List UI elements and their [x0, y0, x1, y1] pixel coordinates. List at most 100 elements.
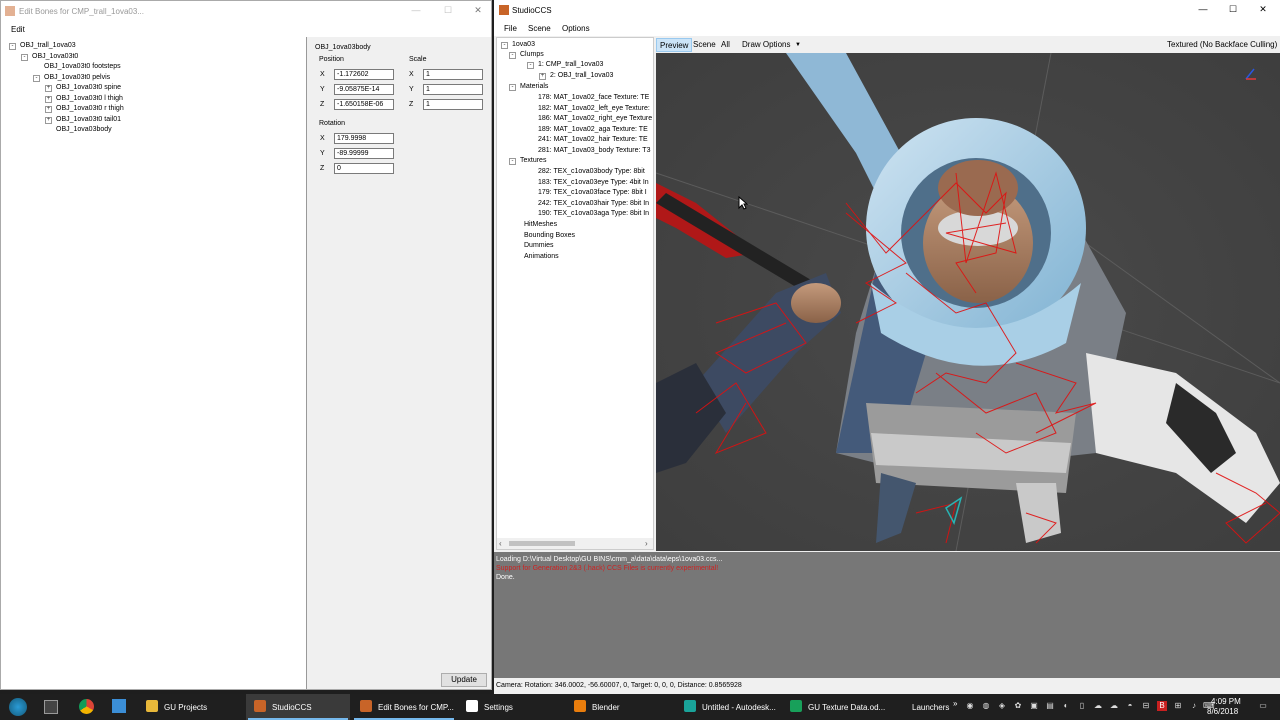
edit-bones-titlebar[interactable]: Edit Bones for CMP_trall_1ova03... — ☐ ✕ [1, 1, 491, 21]
collapse-icon[interactable]: - [509, 84, 516, 91]
cloud-icon[interactable]: ☁ [1109, 701, 1119, 711]
tree-category[interactable]: Dummies [524, 242, 554, 249]
bone-tree-item[interactable]: OBJ_1ova03t0 [32, 53, 78, 60]
texture-item[interactable]: 183: TEX_c1ova03eye Type: 4bit In [538, 179, 649, 186]
tray-icon[interactable]: B [1157, 701, 1167, 711]
tree-clump-child[interactable]: 2: OBJ_trall_1ova03 [550, 72, 613, 79]
tray-icon[interactable]: ☁ [1093, 701, 1103, 711]
collapse-icon[interactable]: - [527, 62, 534, 69]
expand-icon[interactable]: + [45, 95, 52, 103]
bone-tree[interactable]: - OBJ_trall_1ova03- OBJ_1ova03t0 OBJ_1ova03… [1, 37, 307, 689]
tray-icon[interactable]: ◉ [965, 701, 975, 711]
maximize-icon[interactable]: ☐ [443, 5, 453, 15]
tree-category[interactable]: HitMeshes [524, 221, 557, 228]
position-z-field[interactable]: -1.650158E-06 [334, 99, 394, 110]
expand-icon[interactable]: + [45, 106, 52, 113]
rotation-z-field[interactable]: 0 [334, 163, 394, 174]
volume-icon[interactable]: ♪ [1189, 701, 1199, 711]
taskbar-item[interactable]: Blender [566, 694, 670, 720]
menu-scene[interactable]: Scene [528, 24, 551, 33]
bone-tree-item[interactable]: OBJ_1ova03t0 footsteps [44, 63, 121, 70]
chrome-icon[interactable] [79, 699, 94, 714]
draw-options-dropdown[interactable]: Draw Options [742, 40, 790, 49]
scale-x-field[interactable]: 1 [423, 69, 483, 80]
bone-tree-item[interactable]: OBJ_1ova03t0 spine [56, 84, 121, 91]
minimize-icon[interactable]: — [1198, 4, 1208, 14]
collapse-icon[interactable]: - [509, 52, 516, 59]
preview-tab[interactable]: Preview [656, 38, 693, 52]
tray-icon[interactable]: ▣ [1029, 701, 1039, 711]
tree-root[interactable]: 1ova03 [512, 41, 535, 48]
bone-tree-item[interactable]: OBJ_1ova03t0 tail01 [56, 116, 121, 123]
tray-icon[interactable]: ◓ [1125, 701, 1135, 711]
expand-icon[interactable]: + [539, 73, 546, 80]
close-icon[interactable]: ✕ [1258, 4, 1268, 14]
task-view-icon[interactable] [44, 700, 58, 714]
store-icon[interactable] [112, 699, 126, 713]
bone-tree-item[interactable]: OBJ_1ova03t0 l thigh [56, 95, 123, 102]
bone-tree-item[interactable]: OBJ_1ova03body [56, 126, 112, 133]
taskbar-item[interactable]: GU Texture Data.od... [782, 694, 886, 720]
taskbar-item[interactable]: Edit Bones for CMP... [352, 694, 456, 720]
scale-y-field[interactable]: 1 [423, 84, 483, 95]
collapse-icon[interactable]: - [21, 53, 28, 61]
start-button[interactable] [0, 694, 36, 720]
position-y-field[interactable]: -9.05875E-14 [334, 84, 394, 95]
taskbar-item[interactable]: StudioCCS [246, 694, 350, 720]
tray-icon[interactable]: ✿ [1013, 701, 1023, 711]
maximize-icon[interactable]: ☐ [1228, 4, 1238, 14]
scroll-right-icon[interactable]: › [645, 539, 648, 548]
chevron-up-icon[interactable]: » [953, 699, 957, 708]
tray-icon[interactable]: ▯ [1077, 701, 1087, 711]
tree-category[interactable]: Bounding Boxes [524, 232, 575, 239]
collapse-icon[interactable]: - [9, 43, 16, 50]
tree-clump[interactable]: 1: CMP_trall_1ova03 [538, 61, 603, 68]
bone-tree-item[interactable]: OBJ_1ova03t0 r thigh [56, 105, 124, 112]
scene-tab[interactable]: Scene [693, 40, 716, 49]
tray-icon[interactable]: ◐ [1061, 701, 1071, 711]
all-tab[interactable]: All [721, 40, 730, 49]
menu-options[interactable]: Options [562, 24, 590, 33]
menu-edit[interactable]: Edit [11, 25, 25, 34]
taskbar-item[interactable]: Settings [458, 694, 562, 720]
collapse-icon[interactable]: - [33, 74, 40, 82]
material-item[interactable]: 189: MAT_1ova02_aga Texture: TE [538, 126, 648, 133]
scale-z-field[interactable]: 1 [423, 99, 483, 110]
minimize-icon[interactable]: — [411, 5, 421, 15]
tray-icon[interactable]: ⊟ [1141, 701, 1151, 711]
expand-icon[interactable]: + [45, 85, 52, 92]
material-item[interactable]: 186: MAT_1ova02_right_eye Texture [538, 115, 652, 122]
bone-tree-item[interactable]: OBJ_trall_1ova03 [20, 42, 76, 49]
notifications-icon[interactable]: ▭ [1257, 701, 1269, 711]
chevron-down-icon[interactable]: ▼ [795, 42, 801, 48]
position-x-field[interactable]: -1.172602 [334, 69, 394, 80]
texture-item[interactable]: 242: TEX_c1ova03hair Type: 8bit In [538, 200, 649, 207]
material-item[interactable]: 182: MAT_1ova02_left_eye Texture: [538, 105, 650, 112]
scroll-left-icon[interactable]: ‹ [499, 539, 502, 548]
network-icon[interactable]: ⊞ [1173, 701, 1183, 711]
launchers-toolbar[interactable]: Launchers [912, 703, 949, 712]
taskbar-item[interactable]: GU Projects [138, 694, 242, 720]
horizontal-scrollbar[interactable]: ‹ › [497, 538, 653, 549]
texture-item[interactable]: 282: TEX_c1ova03body Type: 8bit [538, 168, 645, 175]
update-button[interactable]: Update [441, 673, 487, 687]
tree-textures[interactable]: Textures [520, 157, 546, 164]
studioccs-titlebar[interactable]: StudioCCS — ☐ ✕ [494, 0, 1280, 20]
texture-item[interactable]: 179: TEX_c1ova03face Type: 8bit I [538, 189, 647, 196]
scrollbar-thumb[interactable] [509, 541, 575, 546]
clock-date[interactable]: 8/6/2018 [1207, 707, 1238, 716]
menu-file[interactable]: File [504, 24, 517, 33]
3d-viewport[interactable] [656, 53, 1280, 551]
expand-icon[interactable]: + [45, 116, 52, 124]
bone-tree-item[interactable]: OBJ_1ova03t0 pelvis [44, 74, 110, 81]
rotation-x-field[interactable]: 179.9998 [334, 133, 394, 144]
tree-category[interactable]: Animations [524, 253, 559, 260]
tray-icon[interactable]: ◈ [997, 701, 1007, 711]
log-console[interactable]: Loading D:\Virtual Desktop\GU BINS\cmm_a… [494, 552, 1280, 678]
scene-tree[interactable]: - 1ova03 - Clumps - 1: CMP_trall_1ova03 … [496, 37, 654, 550]
rotation-y-field[interactable]: -89.99999 [334, 148, 394, 159]
texture-item[interactable]: 190: TEX_c1ova03aga Type: 8bit In [538, 210, 649, 217]
material-item[interactable]: 241: MAT_1ova02_hair Texture: TE [538, 136, 648, 143]
tray-icon[interactable]: ◍ [981, 701, 991, 711]
taskbar-item[interactable]: Untitled - Autodesk... [676, 694, 780, 720]
